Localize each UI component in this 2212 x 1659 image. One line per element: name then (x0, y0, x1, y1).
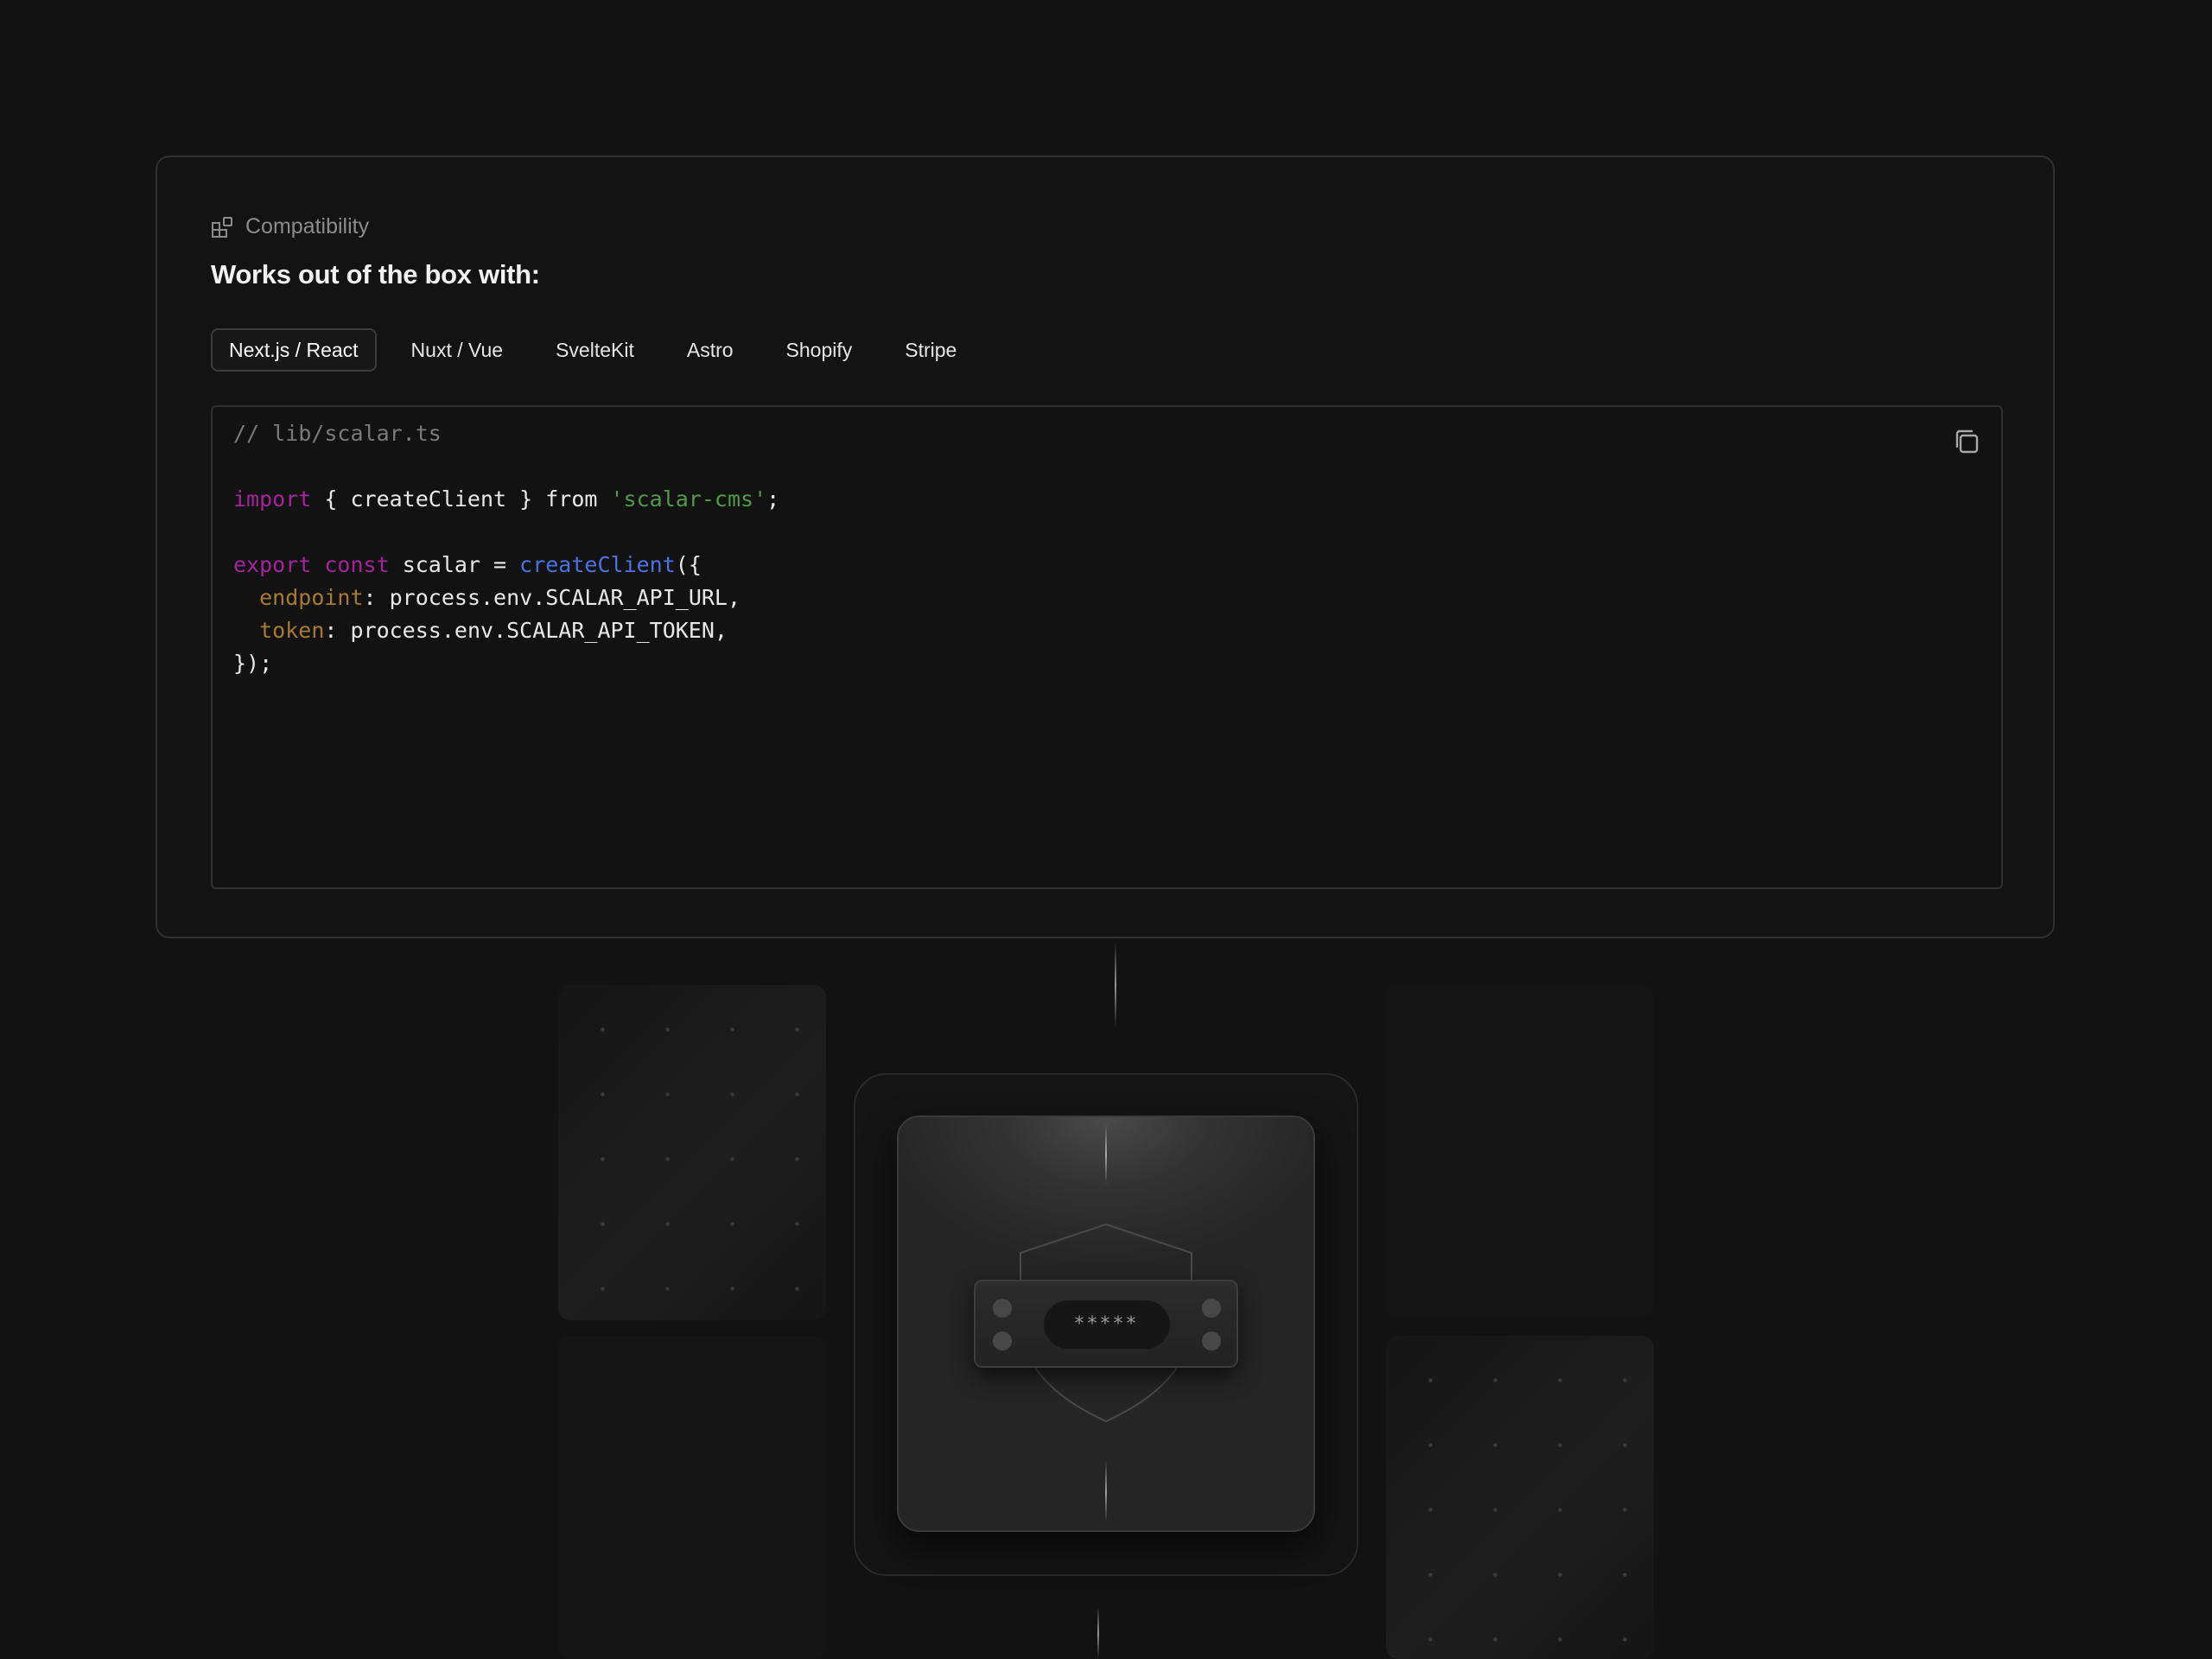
framework-tabs: Next.js / React Nuxt / Vue SvelteKit Ast… (211, 328, 991, 372)
device-frame (854, 1073, 1358, 1576)
code-text: { createClient } from (311, 486, 611, 512)
tab-nuxt-vue[interactable]: Nuxt / Vue (393, 328, 522, 372)
connector-line-bottom (1097, 1607, 1099, 1659)
blocks-icon (211, 216, 233, 238)
eyebrow-label: Compatibility (245, 214, 370, 238)
section-eyebrow: Compatibility (211, 214, 369, 239)
code-text: ({ (675, 552, 702, 577)
code-block: // lib/scalar.ts import { createClient }… (211, 405, 2003, 889)
code-keyword: export (233, 552, 312, 577)
screw-icon (1202, 1332, 1221, 1351)
screw-icon (1202, 1299, 1221, 1318)
tab-nextjs-react[interactable]: Next.js / React (211, 328, 377, 372)
grid-tile-top-right (1386, 985, 1654, 1317)
copy-button[interactable] (1949, 424, 1984, 459)
screw-icon (993, 1332, 1012, 1351)
connector-line-top (1115, 942, 1116, 1028)
code-text: : process.env.SCALAR_API_TOKEN, (324, 618, 728, 643)
device-line-top (1105, 1124, 1107, 1185)
device-line-bottom (1105, 1461, 1107, 1522)
code-keyword: import (233, 486, 312, 512)
tab-sveltekit[interactable]: SvelteKit (537, 328, 652, 372)
code-text: : process.env.SCALAR_API_URL, (363, 585, 741, 610)
compatibility-card: Compatibility Works out of the box with:… (156, 156, 2055, 938)
shield-icon (1020, 1223, 1192, 1423)
tab-astro[interactable]: Astro (669, 328, 752, 372)
copy-icon (1955, 429, 1979, 454)
code-text: scalar = (389, 552, 520, 577)
grid-tile-top-left (558, 985, 826, 1320)
code-content: // lib/scalar.ts import { createClient }… (233, 417, 779, 680)
masked-token: ***** (1044, 1300, 1170, 1349)
page: ***** Compatibility Works out of the box… (0, 0, 2212, 1659)
tab-shopify[interactable]: Shopify (768, 328, 871, 372)
section-title: Works out of the box with: (211, 259, 540, 289)
code-string: 'scalar-cms' (610, 486, 767, 512)
code-property: token (259, 618, 325, 643)
code-text: ; (766, 486, 780, 512)
code-text: }); (233, 651, 273, 676)
device-body (897, 1116, 1315, 1532)
code-function: createClient (519, 552, 676, 577)
grid-tile-bottom-left (558, 1336, 826, 1659)
token-plate: ***** (974, 1280, 1238, 1368)
tab-stripe[interactable]: Stripe (887, 328, 975, 372)
screw-icon (993, 1299, 1012, 1318)
code-comment: // lib/scalar.ts (233, 421, 442, 446)
grid-tile-bottom-right (1386, 1336, 1654, 1659)
code-property: endpoint (259, 585, 364, 610)
code-keyword: const (324, 552, 390, 577)
